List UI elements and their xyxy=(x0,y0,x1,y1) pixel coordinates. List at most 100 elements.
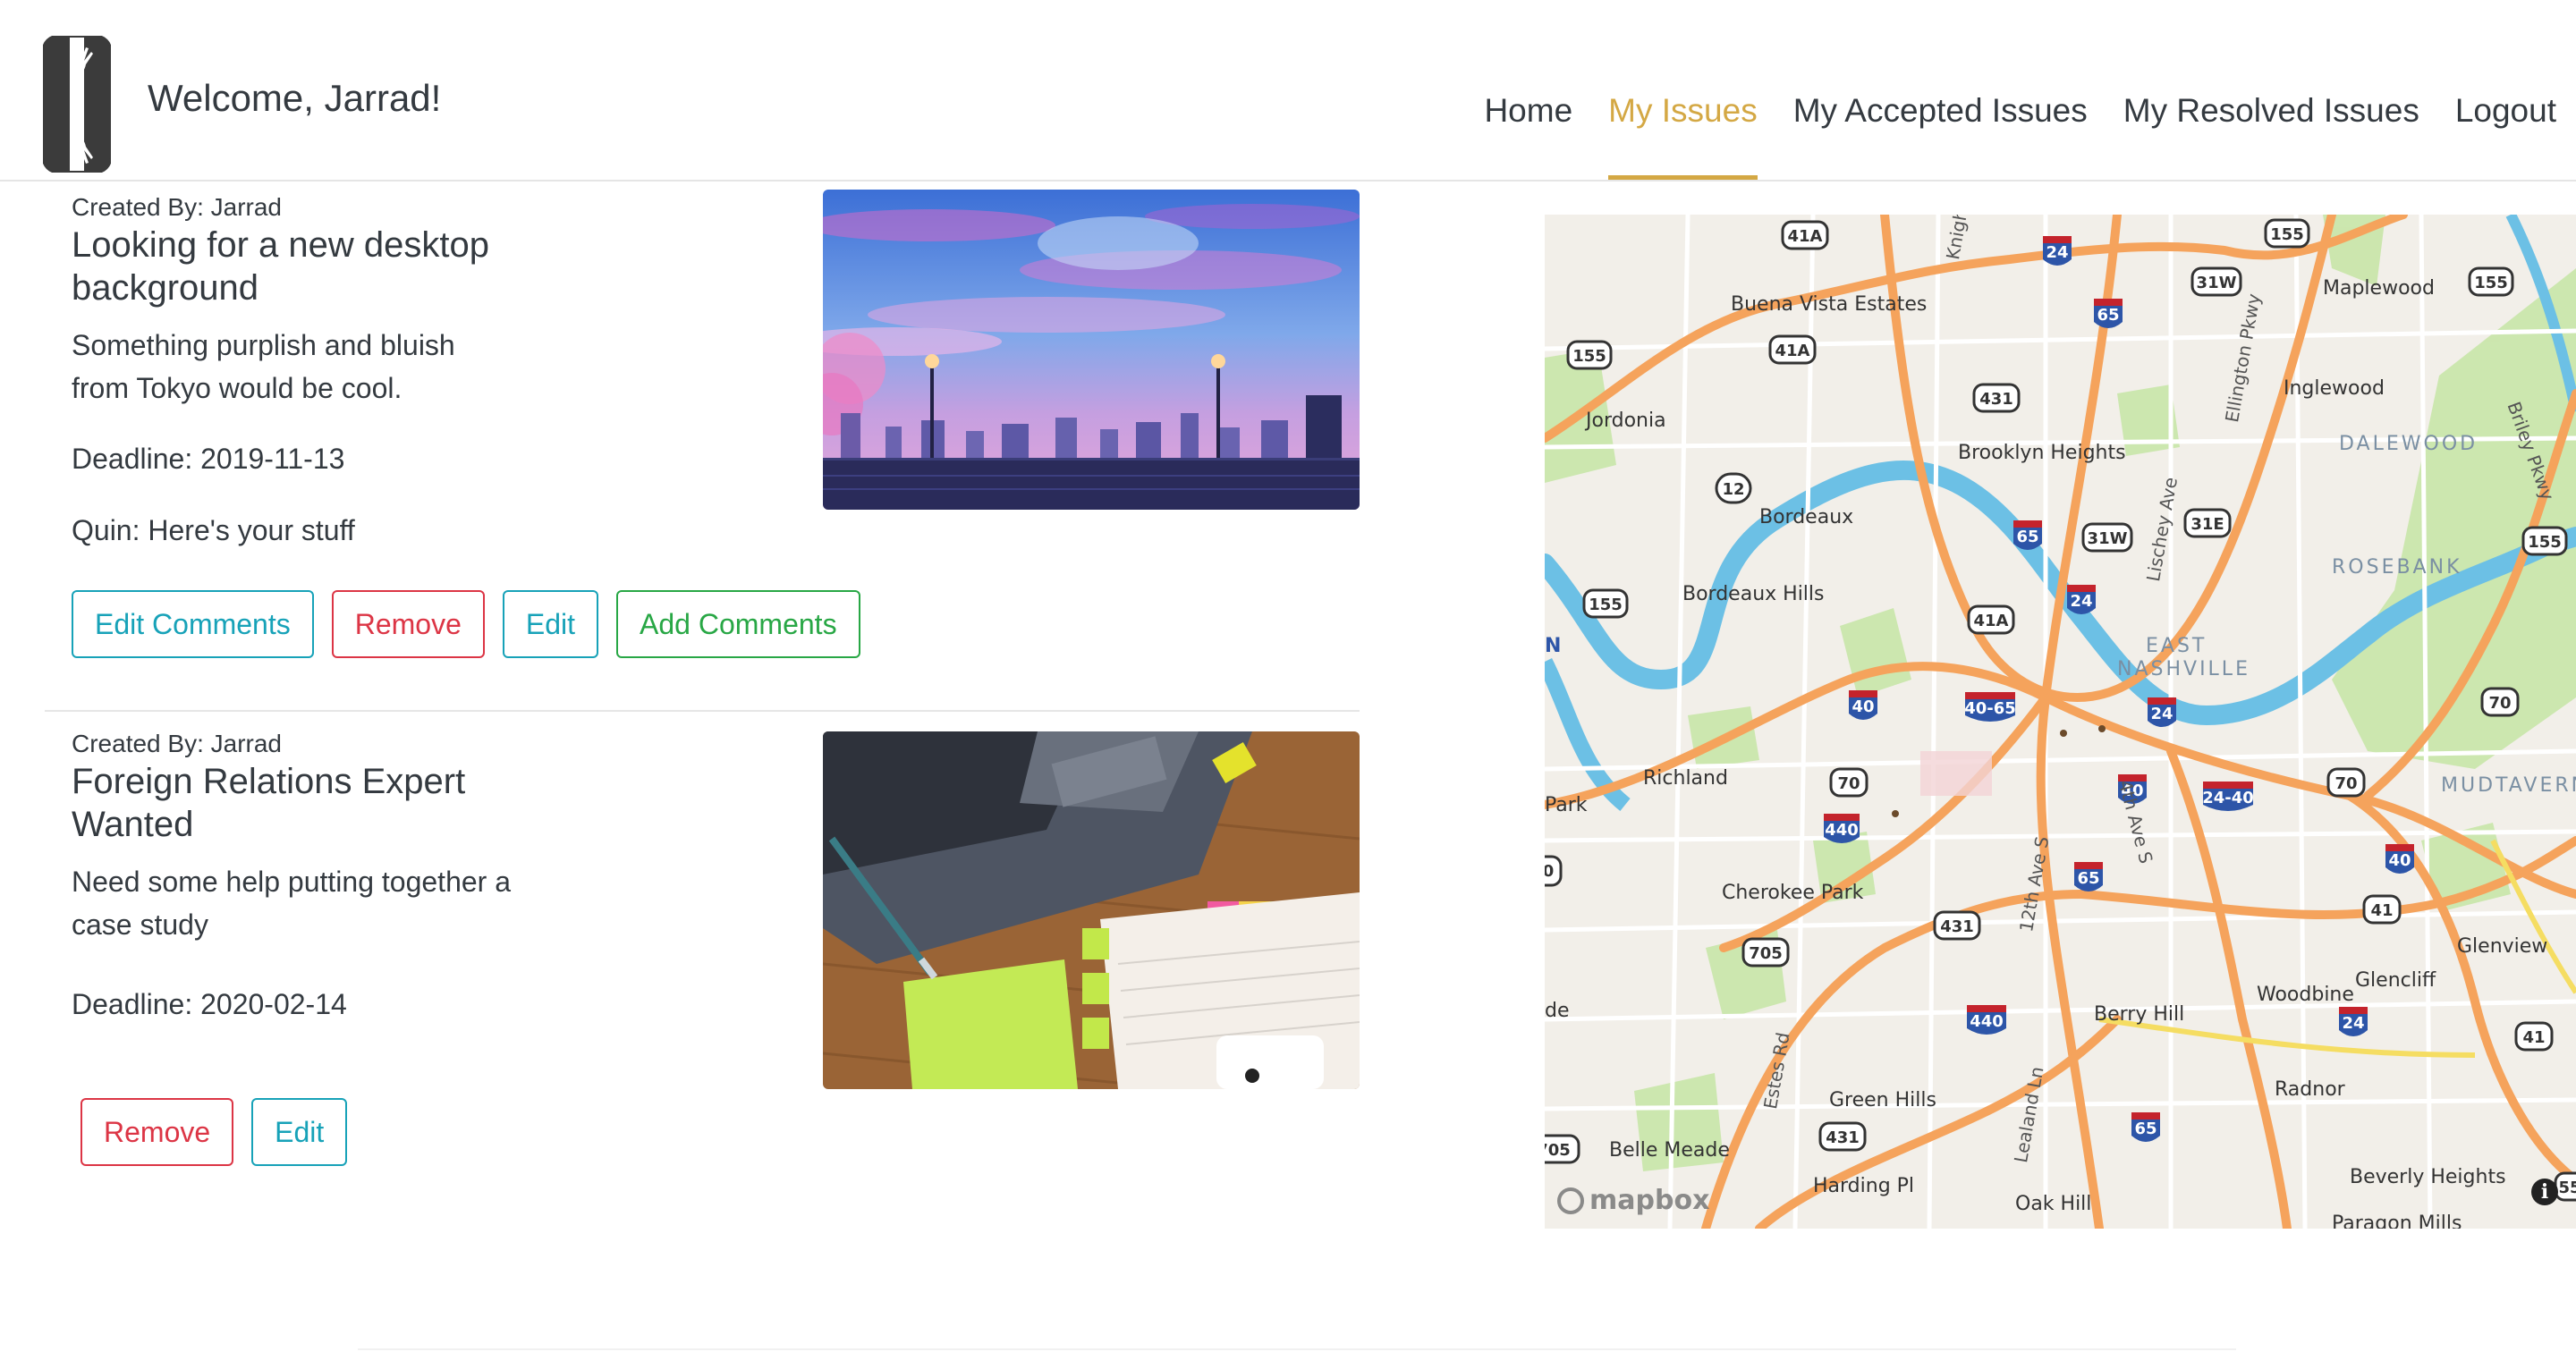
map-place-label: Belle Meade xyxy=(1609,1139,1730,1162)
svg-text:65: 65 xyxy=(2016,528,2038,546)
footer-divider xyxy=(358,1348,2236,1350)
svg-text:31E: 31E xyxy=(2190,515,2224,534)
svg-text:70: 70 xyxy=(2488,694,2511,713)
issue-title: Foreign Relations Expert Wanted xyxy=(72,762,466,844)
map-district-label: EAST xyxy=(2146,635,2207,657)
issue-actions: Edit Comments Remove Edit Add Comments xyxy=(72,590,860,658)
map-place-label: Inglewood xyxy=(2284,377,2385,400)
map-info-icon[interactable]: i xyxy=(2531,1179,2558,1205)
issue-card: Created By: Jarrad Looking for a new des… xyxy=(45,188,1360,712)
map-place-label: Radnor xyxy=(2275,1078,2345,1101)
svg-text:24: 24 xyxy=(2342,1014,2364,1033)
map-place-label: Richland xyxy=(1643,767,1728,790)
issue-actions: Remove Edit xyxy=(80,1098,348,1166)
issue-image-desk xyxy=(823,731,1360,1089)
svg-text:431: 431 xyxy=(1826,1128,1860,1147)
svg-text:0: 0 xyxy=(1545,862,1554,881)
map-place-label: Beverly Heights xyxy=(2350,1166,2506,1188)
nav-home[interactable]: Home xyxy=(1466,89,1590,180)
mapbox-logo[interactable]: mapbox xyxy=(1557,1185,1709,1216)
issue-author: Created By: Jarrad xyxy=(72,193,282,221)
issues-map[interactable]: 41A 24 155 31W 65 155 41A 155 431 12 65 … xyxy=(1545,215,2576,1229)
svg-text:155: 155 xyxy=(2528,533,2562,552)
add-comments-button[interactable]: Add Comments xyxy=(616,590,860,658)
map-place-label: Bordeaux Hills xyxy=(1682,583,1825,605)
issue-card: Created By: Jarrad Foreign Relations Exp… xyxy=(45,724,1360,1225)
svg-text:70: 70 xyxy=(1837,774,1860,793)
map-place-label: Bordeaux xyxy=(1759,506,1854,528)
svg-text:65: 65 xyxy=(2077,869,2099,888)
issue-description: Something purplish and bluish from Tokyo… xyxy=(72,329,455,404)
svg-text:24-40: 24-40 xyxy=(2202,789,2254,807)
nav-my-accepted-issues[interactable]: My Accepted Issues xyxy=(1775,89,2106,180)
main-nav: Home My Issues My Accepted Issues My Res… xyxy=(1466,89,2574,180)
issue-title: Looking for a new desktop background xyxy=(72,225,489,308)
map-place-label: Paragon Mills xyxy=(2332,1213,2462,1229)
map-place-label: Jordonia xyxy=(1586,410,1666,432)
svg-text:40-65: 40-65 xyxy=(1964,699,2016,718)
app-logo-icon[interactable] xyxy=(42,35,112,173)
svg-text:31W: 31W xyxy=(2197,274,2237,292)
map-place-label: de xyxy=(1545,1000,1570,1022)
welcome-text: Welcome, Jarrad! xyxy=(148,77,442,119)
svg-text:70: 70 xyxy=(2334,774,2357,793)
nav-my-resolved-issues[interactable]: My Resolved Issues xyxy=(2106,89,2437,180)
edit-button[interactable]: Edit xyxy=(251,1098,348,1166)
map-district-label: DALEWOOD xyxy=(2339,433,2479,455)
svg-text:41A: 41A xyxy=(1788,227,1823,246)
map-place-label: Maplewood xyxy=(2323,277,2435,300)
remove-button[interactable]: Remove xyxy=(331,590,485,658)
svg-text:155: 155 xyxy=(1572,347,1606,366)
svg-text:440: 440 xyxy=(1970,1012,2004,1031)
map-district-label: NASHVILLE xyxy=(2117,658,2250,680)
map-place-label: Park xyxy=(1545,794,1588,816)
svg-text:31W: 31W xyxy=(2088,529,2128,548)
issue-comment: Quin: Here's your stuff xyxy=(72,514,355,546)
edit-button[interactable]: Edit xyxy=(502,590,599,658)
svg-text:55: 55 xyxy=(2558,1179,2576,1197)
svg-text:431: 431 xyxy=(1979,390,2013,409)
map-place-label: Green Hills xyxy=(1829,1089,1936,1111)
map-district-label: ROSEBANK xyxy=(2332,556,2462,579)
issue-deadline: Deadline: 2020-02-14 xyxy=(72,988,347,1020)
svg-text:41A: 41A xyxy=(1775,342,1810,360)
svg-text:65: 65 xyxy=(2134,1120,2157,1138)
issue-deadline: Deadline: 2019-11-13 xyxy=(72,443,345,475)
svg-text:65: 65 xyxy=(2097,306,2119,325)
map-place-label: Harding Pl xyxy=(1813,1175,1915,1197)
svg-text:431: 431 xyxy=(1940,917,1974,936)
map-compass-fragment: N xyxy=(1545,635,1562,657)
map-place-label: Glencliff xyxy=(2355,969,2436,992)
map-district-label: MUDTAVERN xyxy=(2441,774,2576,797)
map-place-label: Glenview xyxy=(2457,935,2548,958)
map-place-label: Brooklyn Heights xyxy=(1958,442,2126,464)
mapbox-attribution: mapbox xyxy=(1589,1185,1710,1216)
svg-text:12: 12 xyxy=(1722,480,1744,499)
svg-text:24: 24 xyxy=(2070,592,2092,611)
svg-text:41: 41 xyxy=(2522,1028,2545,1047)
mapbox-icon xyxy=(1557,1187,1584,1214)
svg-text:40: 40 xyxy=(2388,851,2411,870)
svg-text:705: 705 xyxy=(1749,944,1783,963)
svg-text:440: 440 xyxy=(1825,821,1859,840)
issue-author: Created By: Jarrad xyxy=(72,730,282,757)
svg-text:705: 705 xyxy=(1545,1141,1571,1160)
nav-my-issues[interactable]: My Issues xyxy=(1590,89,1775,180)
map-place-label: Berry Hill xyxy=(2094,1003,2185,1026)
svg-text:155: 155 xyxy=(1589,596,1623,614)
remove-button[interactable]: Remove xyxy=(80,1098,234,1166)
map-place-label: Cherokee Park xyxy=(1722,882,1864,904)
svg-text:24: 24 xyxy=(2150,705,2173,723)
issue-description: Need some help putting together a case s… xyxy=(72,866,511,941)
svg-text:155: 155 xyxy=(2270,225,2304,244)
edit-comments-button[interactable]: Edit Comments xyxy=(72,590,314,658)
map-place-label: Buena Vista Estates xyxy=(1731,293,1928,316)
top-navbar: Welcome, Jarrad! Home My Issues My Accep… xyxy=(0,0,2576,182)
map-place-label: Woodbine xyxy=(2257,984,2354,1006)
svg-text:40: 40 xyxy=(1852,697,1874,716)
svg-text:155: 155 xyxy=(2474,274,2508,292)
nav-logout[interactable]: Logout xyxy=(2437,89,2574,180)
svg-text:41: 41 xyxy=(2370,901,2393,920)
svg-text:24: 24 xyxy=(2046,243,2068,262)
map-place-label: Oak Hill xyxy=(2015,1193,2092,1215)
